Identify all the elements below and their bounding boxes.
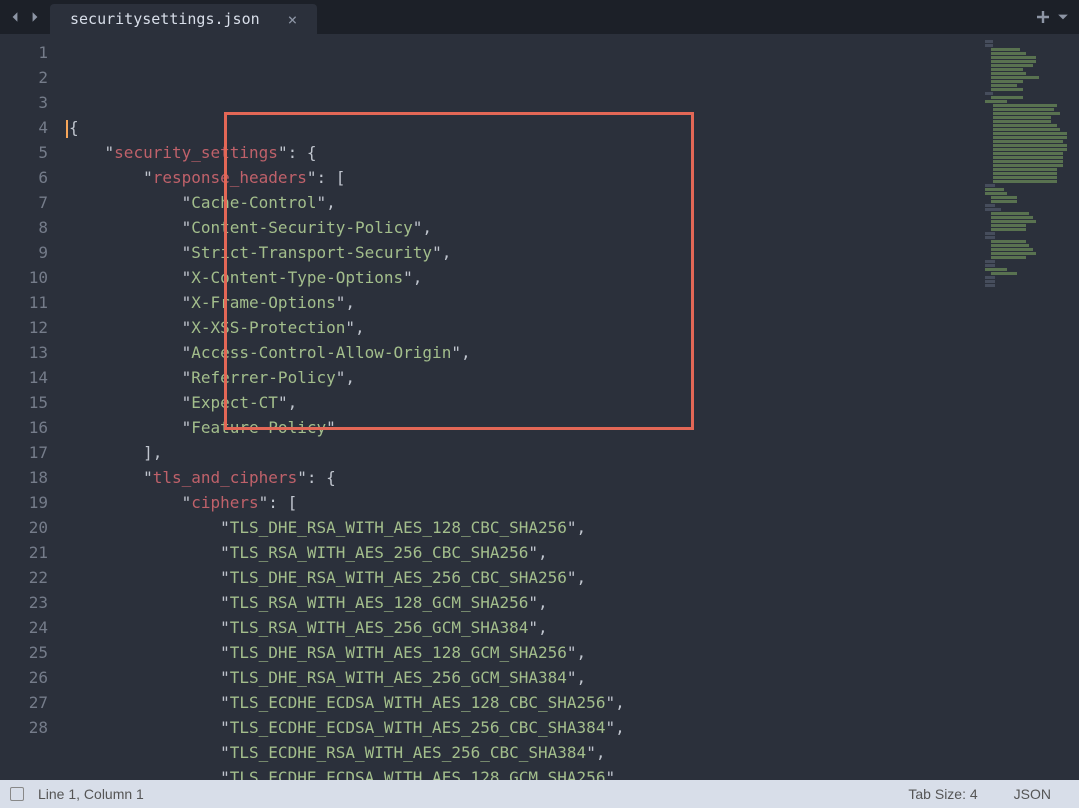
line-number: 4 bbox=[0, 115, 48, 140]
code-line[interactable]: "ciphers": [ bbox=[66, 490, 1079, 515]
minimap[interactable] bbox=[983, 40, 1073, 330]
tab-close-icon[interactable]: × bbox=[288, 10, 298, 29]
tabbar-right bbox=[1037, 0, 1079, 34]
code-line[interactable]: "TLS_DHE_RSA_WITH_AES_256_CBC_SHA256", bbox=[66, 565, 1079, 590]
line-number: 5 bbox=[0, 140, 48, 165]
status-syntax[interactable]: JSON bbox=[996, 786, 1069, 802]
code-line[interactable]: "Feature-Policy" bbox=[66, 415, 1079, 440]
code-line[interactable]: "Access-Control-Allow-Origin", bbox=[66, 340, 1079, 365]
code-line[interactable]: "Strict-Transport-Security", bbox=[66, 240, 1079, 265]
code-line[interactable]: "TLS_ECDHE_RSA_WITH_AES_256_CBC_SHA384", bbox=[66, 740, 1079, 765]
line-number: 26 bbox=[0, 665, 48, 690]
code-line[interactable]: "Cache-Control", bbox=[66, 190, 1079, 215]
code-line[interactable]: "TLS_ECDHE_ECDSA_WITH_AES_128_CBC_SHA256… bbox=[66, 690, 1079, 715]
code-line[interactable]: "TLS_ECDHE_ECDSA_WITH_AES_256_CBC_SHA384… bbox=[66, 715, 1079, 740]
nav-back-icon[interactable] bbox=[6, 8, 24, 26]
tab-dropdown-icon[interactable] bbox=[1057, 8, 1069, 27]
editor-area[interactable]: 1234567891011121314151617181920212223242… bbox=[0, 34, 1079, 780]
line-number: 17 bbox=[0, 440, 48, 465]
line-number: 7 bbox=[0, 190, 48, 215]
line-number: 18 bbox=[0, 465, 48, 490]
line-number: 15 bbox=[0, 390, 48, 415]
line-number: 13 bbox=[0, 340, 48, 365]
line-number: 12 bbox=[0, 315, 48, 340]
line-number: 10 bbox=[0, 265, 48, 290]
code-line[interactable]: "TLS_RSA_WITH_AES_256_GCM_SHA384", bbox=[66, 615, 1079, 640]
editor-window: securitysettings.json × 1234567891011121… bbox=[0, 0, 1079, 808]
line-number: 14 bbox=[0, 365, 48, 390]
nav-arrows bbox=[0, 0, 50, 34]
line-number: 3 bbox=[0, 90, 48, 115]
code-line[interactable]: "TLS_ECDHE_ECDSA_WITH_AES_128_GCM_SHA256… bbox=[66, 765, 1079, 780]
code-line[interactable]: { bbox=[66, 115, 1079, 140]
line-number: 6 bbox=[0, 165, 48, 190]
code-line[interactable]: "tls_and_ciphers": { bbox=[66, 465, 1079, 490]
line-number: 23 bbox=[0, 590, 48, 615]
line-number: 16 bbox=[0, 415, 48, 440]
line-number: 21 bbox=[0, 540, 48, 565]
status-bar: Line 1, Column 1 Tab Size: 4 JSON bbox=[0, 780, 1079, 808]
code-line[interactable]: "Expect-CT", bbox=[66, 390, 1079, 415]
line-number: 24 bbox=[0, 615, 48, 640]
code-line[interactable]: "Referrer-Policy", bbox=[66, 365, 1079, 390]
code-line[interactable]: "X-XSS-Protection", bbox=[66, 315, 1079, 340]
code-line[interactable]: "Content-Security-Policy", bbox=[66, 215, 1079, 240]
code-line[interactable]: "TLS_DHE_RSA_WITH_AES_128_GCM_SHA256", bbox=[66, 640, 1079, 665]
status-panel-toggle-icon[interactable] bbox=[10, 787, 24, 801]
code-line[interactable]: "X-Content-Type-Options", bbox=[66, 265, 1079, 290]
line-number: 22 bbox=[0, 565, 48, 590]
line-number: 28 bbox=[0, 715, 48, 740]
code-line[interactable]: ], bbox=[66, 440, 1079, 465]
code-line[interactable]: "X-Frame-Options", bbox=[66, 290, 1079, 315]
new-tab-icon[interactable] bbox=[1037, 8, 1049, 27]
nav-forward-icon[interactable] bbox=[26, 8, 44, 26]
code-line[interactable]: "TLS_RSA_WITH_AES_256_CBC_SHA256", bbox=[66, 540, 1079, 565]
line-number: 27 bbox=[0, 690, 48, 715]
line-number: 11 bbox=[0, 290, 48, 315]
status-cursor-position[interactable]: Line 1, Column 1 bbox=[38, 786, 144, 802]
line-number: 19 bbox=[0, 490, 48, 515]
tab-active[interactable]: securitysettings.json × bbox=[50, 4, 317, 34]
code-line[interactable]: "security_settings": { bbox=[66, 140, 1079, 165]
code-line[interactable]: "TLS_DHE_RSA_WITH_AES_256_GCM_SHA384", bbox=[66, 665, 1079, 690]
code-line[interactable]: "response_headers": [ bbox=[66, 165, 1079, 190]
line-number: 20 bbox=[0, 515, 48, 540]
line-number: 2 bbox=[0, 65, 48, 90]
code-line[interactable]: "TLS_RSA_WITH_AES_128_GCM_SHA256", bbox=[66, 590, 1079, 615]
line-number: 8 bbox=[0, 215, 48, 240]
line-number-gutter: 1234567891011121314151617181920212223242… bbox=[0, 34, 60, 780]
line-number: 1 bbox=[0, 40, 48, 65]
line-number: 9 bbox=[0, 240, 48, 265]
code-line[interactable]: "TLS_DHE_RSA_WITH_AES_128_CBC_SHA256", bbox=[66, 515, 1079, 540]
text-cursor bbox=[66, 120, 68, 138]
status-tab-size[interactable]: Tab Size: 4 bbox=[890, 786, 995, 802]
tab-bar: securitysettings.json × bbox=[0, 0, 1079, 34]
code-content[interactable]: { "security_settings": { "response_heade… bbox=[60, 34, 1079, 780]
tab-filename: securitysettings.json bbox=[70, 10, 260, 28]
line-number: 25 bbox=[0, 640, 48, 665]
